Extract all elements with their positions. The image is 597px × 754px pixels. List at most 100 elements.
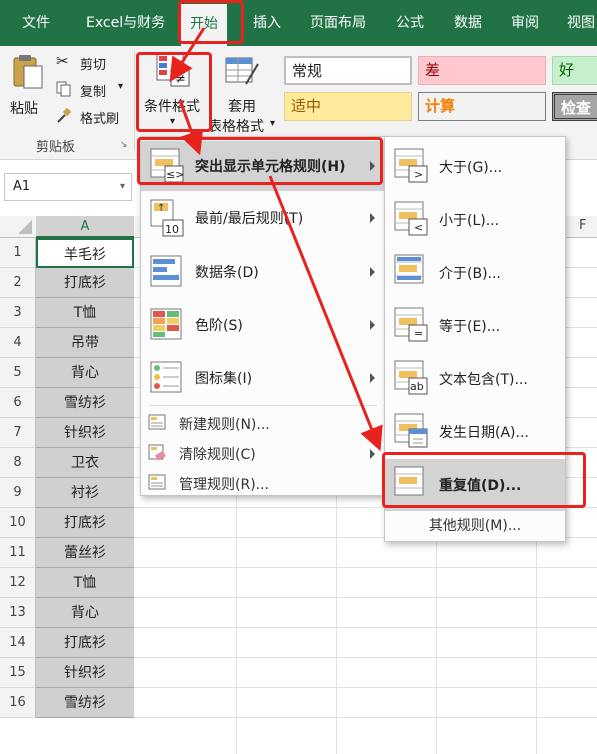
tab-insert[interactable]: 插入	[253, 0, 281, 46]
menu-item-label: 清除规则(C)	[179, 447, 256, 463]
cell-a[interactable]: 针织衫	[36, 418, 134, 448]
tab-page-layout[interactable]: 页面布局	[310, 0, 366, 46]
row-header[interactable]: 8	[0, 448, 36, 478]
menu-item-icon-sets[interactable]: 图标集(I)	[141, 353, 385, 403]
cell-a[interactable]: T恤	[36, 298, 134, 328]
menu-item-top-bottom[interactable]: ↑ 10 最前/最后规则(T)	[141, 193, 385, 243]
style-good[interactable]: 好	[552, 56, 597, 85]
row-header[interactable]: 11	[0, 538, 36, 568]
style-bad[interactable]: 差	[418, 56, 546, 85]
column-header-f[interactable]: F	[579, 218, 586, 233]
ribbon-tab-bar: 文件 Excel与财务 开始 插入 页面布局 公式 数据 审阅 视图	[0, 0, 597, 46]
menu-separator	[149, 405, 377, 406]
tab-file[interactable]: 文件	[22, 0, 50, 46]
submenu-item-text-contains[interactable]: ab 文本包含(T)...	[385, 353, 565, 405]
row-header[interactable]: 15	[0, 658, 36, 688]
row-header[interactable]: 9	[0, 478, 36, 508]
cell-a[interactable]: 背心	[36, 358, 134, 388]
submenu-item-greater-than[interactable]: > 大于(G)...	[385, 141, 565, 193]
text-contains-icon: ab	[393, 358, 429, 398]
tab-review[interactable]: 审阅	[511, 0, 539, 46]
row-header[interactable]: 6	[0, 388, 36, 418]
submenu-more-rules[interactable]: 其他规则(M)...	[385, 513, 565, 539]
name-box[interactable]: A1 ▾	[4, 173, 132, 201]
menu-item-label: 新建规则(N)...	[179, 417, 270, 433]
submenu-item-duplicate-values[interactable]: 重复值(D)...	[385, 459, 565, 511]
row-header[interactable]: 2	[0, 268, 36, 298]
menu-item-manage-rules[interactable]: 管理规则(R)...	[141, 469, 385, 497]
menu-item-data-bars[interactable]: 数据条(D)	[141, 247, 385, 297]
submenu-item-date-occurring[interactable]: 发生日期(A)...	[385, 406, 565, 458]
conditional-format-label: 条件格式	[144, 99, 200, 115]
row-header[interactable]: 1	[0, 238, 36, 268]
icon-sets-icon	[149, 358, 185, 398]
format-as-table-button[interactable]: 套用 表格格式 ▾	[206, 50, 280, 135]
cut-label: 剪切	[80, 58, 107, 73]
conditional-format-button[interactable]: ≠ 条件格式 ▾	[140, 50, 206, 128]
tab-home[interactable]: 开始	[181, 4, 227, 46]
tab-data[interactable]: 数据	[454, 0, 482, 46]
row-header[interactable]: 14	[0, 628, 36, 658]
dialog-launcher-icon[interactable]: ↘	[120, 140, 128, 150]
submenu-arrow-icon	[370, 449, 375, 459]
style-neutral[interactable]: 适中	[284, 92, 412, 121]
cell-a[interactable]: 打底衫	[36, 628, 134, 658]
table-format-dropdown-icon: ▾	[270, 118, 276, 129]
menu-item-highlight-rules[interactable]: ≤> 突出显示单元格规则(H)	[141, 141, 385, 191]
style-check-cell[interactable]: 检查	[552, 92, 597, 121]
cell-a[interactable]: 打底衫	[36, 268, 134, 298]
equal-to-icon: =	[393, 305, 429, 345]
style-normal[interactable]: 常规	[284, 56, 412, 85]
cut-button[interactable]: ✂ 剪切	[56, 52, 136, 74]
clipboard-group-label: 剪贴板	[36, 140, 76, 155]
row-header[interactable]: 13	[0, 598, 36, 628]
cell-a[interactable]: 吊带	[36, 328, 134, 358]
copy-dropdown-icon[interactable]: ▾	[118, 81, 123, 92]
cell-a[interactable]: 蕾丝衫	[36, 538, 134, 568]
format-painter-button[interactable]: 格式刷	[56, 106, 136, 128]
copy-button[interactable]: 复制 ▾	[56, 79, 136, 101]
conditional-format-dropdown-icon: ▾	[170, 116, 176, 127]
cell-a[interactable]: 背心	[36, 598, 134, 628]
select-all-corner[interactable]	[0, 216, 36, 238]
row-header[interactable]: 5	[0, 358, 36, 388]
submenu-item-less-than[interactable]: < 小于(L)...	[385, 194, 565, 246]
row-header[interactable]: 12	[0, 568, 36, 598]
svg-text:↑: ↑	[157, 203, 165, 214]
cell-a[interactable]: 针织衫	[36, 658, 134, 688]
menu-item-color-scales[interactable]: 色阶(S)	[141, 300, 385, 350]
brush-icon	[57, 108, 72, 123]
row-header[interactable]: 3	[0, 298, 36, 328]
paste-label: 粘贴	[10, 101, 38, 117]
submenu-arrow-icon	[370, 373, 375, 383]
cell-a[interactable]: 雪纺衫	[36, 688, 134, 718]
column-header-a[interactable]: A	[36, 216, 134, 238]
svg-text:=: =	[414, 327, 423, 340]
submenu-item-between[interactable]: 介于(B)...	[385, 247, 565, 299]
grid-line	[134, 567, 597, 568]
tab-formulas[interactable]: 公式	[396, 0, 424, 46]
row-header[interactable]: 4	[0, 328, 36, 358]
grid-line	[134, 717, 597, 718]
row-header[interactable]: 7	[0, 418, 36, 448]
paste-button[interactable]: 粘贴	[6, 52, 50, 122]
cell-a[interactable]: 羊毛衫	[36, 238, 134, 268]
row-header[interactable]: 10	[0, 508, 36, 538]
cell-a[interactable]: 打底衫	[36, 508, 134, 538]
cell-a[interactable]: 卫衣	[36, 448, 134, 478]
name-box-dropdown-icon[interactable]: ▾	[120, 174, 125, 200]
svg-text:<: <	[414, 221, 423, 234]
style-calculation[interactable]: 计算	[418, 92, 546, 121]
cell-a[interactable]: 衬衫	[36, 478, 134, 508]
submenu-item-equal-to[interactable]: = 等于(E)...	[385, 300, 565, 352]
tab-view[interactable]: 视图	[567, 0, 595, 46]
tab-excel-finance[interactable]: Excel与财务	[86, 0, 165, 46]
excel-window: 文件 Excel与财务 开始 插入 页面布局 公式 数据 审阅 视图 粘贴 ✂ …	[0, 0, 597, 754]
menu-item-new-rule[interactable]: 新建规则(N)...	[141, 409, 385, 437]
submenu-item-label: 小于(L)...	[439, 213, 500, 229]
cell-a[interactable]: T恤	[36, 568, 134, 598]
row-header[interactable]: 16	[0, 688, 36, 718]
menu-item-clear-rules[interactable]: 清除规则(C)	[141, 439, 385, 467]
submenu-item-label: 重复值(D)...	[439, 478, 522, 494]
cell-a[interactable]: 雪纺衫	[36, 388, 134, 418]
